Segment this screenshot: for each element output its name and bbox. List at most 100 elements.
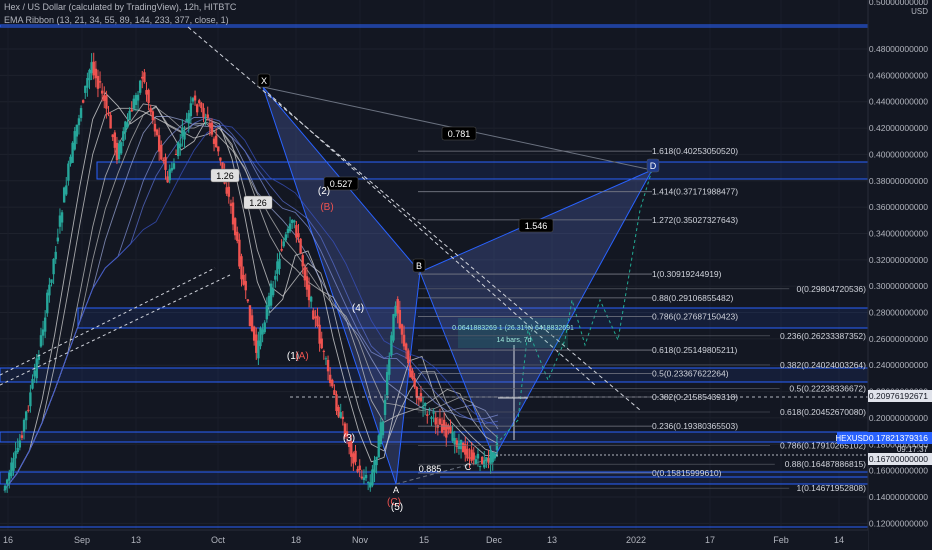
candle-body [432,411,435,414]
time-tick: 2022 [626,535,646,545]
candle-body [421,406,425,409]
fib-label: 0.88(0.16487886815) [785,459,866,469]
wave-3: (3) [343,433,355,444]
ratio-left: 1.26 [249,198,267,208]
candle-body [364,474,368,479]
fib-label: 0.382(0.24024003264) [780,360,866,370]
candle-body [33,370,36,377]
candle-body [263,322,266,333]
candle-body [46,292,49,314]
candle-body [396,299,399,314]
candle-body [244,281,247,291]
candle-body [202,107,205,118]
candle-body [337,406,340,417]
price-tick: 0.40000000000 [869,149,928,159]
candle-body [307,284,311,301]
ratio-b: 0.527 [330,179,353,189]
fib-label: 0.5(0.23367622264) [652,369,729,379]
candle-body [166,176,169,183]
price-tick: 0.26000000000 [869,334,928,344]
candle-body [461,442,465,453]
candle-body [200,102,203,109]
candle-body [267,295,271,307]
price-tick: 0.38000000000 [869,176,928,186]
candle-body [214,135,218,148]
candle-body [79,108,83,118]
candle-body [96,76,100,89]
candle-body [128,111,131,121]
candle-body [411,370,414,379]
ratio-xd: 0.781 [448,129,471,139]
candle-body [468,457,471,459]
candle-body [404,343,408,351]
candle-body [331,379,334,387]
candle-body [280,249,283,251]
candle-body [246,299,250,302]
measure-text: 0.0641883269 1 (26.31%) 6418832691 [452,325,574,332]
candle-body [259,327,262,347]
candle-body [445,424,448,438]
candle-body [328,374,332,384]
candle-body [124,121,127,133]
candle-body [174,154,178,156]
candle-body [428,409,431,411]
time-tick: 13 [131,535,141,545]
candle-body [50,279,53,283]
candle-body [138,80,142,93]
candle-body [474,459,478,465]
candle-body [77,118,81,126]
candle-body [147,89,150,103]
point-x: X [261,76,267,86]
candle-body [210,122,214,135]
candle-body [476,453,480,459]
candle-body [470,449,473,461]
candle-body [136,94,140,101]
time-tick: 17 [705,535,715,545]
candle-body [187,113,190,124]
candle-body [193,95,197,101]
candle-body [168,169,171,181]
ratio-ac: 0.885 [419,464,442,474]
candle-body [318,324,321,344]
candle-body [117,143,121,160]
candle-body [240,256,243,280]
candle-body [373,460,376,473]
candle-body [130,109,133,112]
candle-body [69,156,72,164]
candle-body [341,416,345,420]
ratio-left: 1.26 [216,171,234,181]
time-tick: 18 [291,535,301,545]
candle-body [198,100,201,104]
fib-label: 0.236(0.19380365503) [652,421,738,431]
candle-body [369,482,372,488]
candle-body [208,123,212,128]
time-scale[interactable]: 16 Sep 13 Oct 18 Nov 15 Dec 13 2022 17 Feb 14 [0,529,868,550]
candle-body [170,167,174,171]
candle-body [295,225,298,238]
ratio-bd: 1.546 [525,221,548,231]
candle-body [290,219,294,224]
candle-body [426,414,429,416]
candle-body [86,78,89,88]
candle-body [356,469,359,472]
price-tick: 0.50000000000 [869,0,928,7]
candle-body [31,378,34,389]
candle-body [134,95,138,105]
candle-body [98,81,102,83]
candle-body [379,422,383,444]
fib-label: 0.88(0.29106855482) [652,293,733,303]
chart-canvas[interactable]: 1.618(0.40253050520) 1.414(0.37171988477)… [0,0,932,550]
candle-body [122,131,125,142]
candle-body [257,340,260,359]
candle-body [434,417,437,425]
candle-body [303,267,307,281]
time-tick: Dec [486,535,503,545]
symbol-tag: HEXUSD [835,434,869,443]
candle-body [185,118,188,122]
price-tick: 0.12000000000 [869,518,928,528]
candle-body [466,448,469,459]
candle-body [326,359,330,372]
candle-body [14,451,17,459]
candle-body [35,358,38,379]
candle-body [126,122,129,128]
